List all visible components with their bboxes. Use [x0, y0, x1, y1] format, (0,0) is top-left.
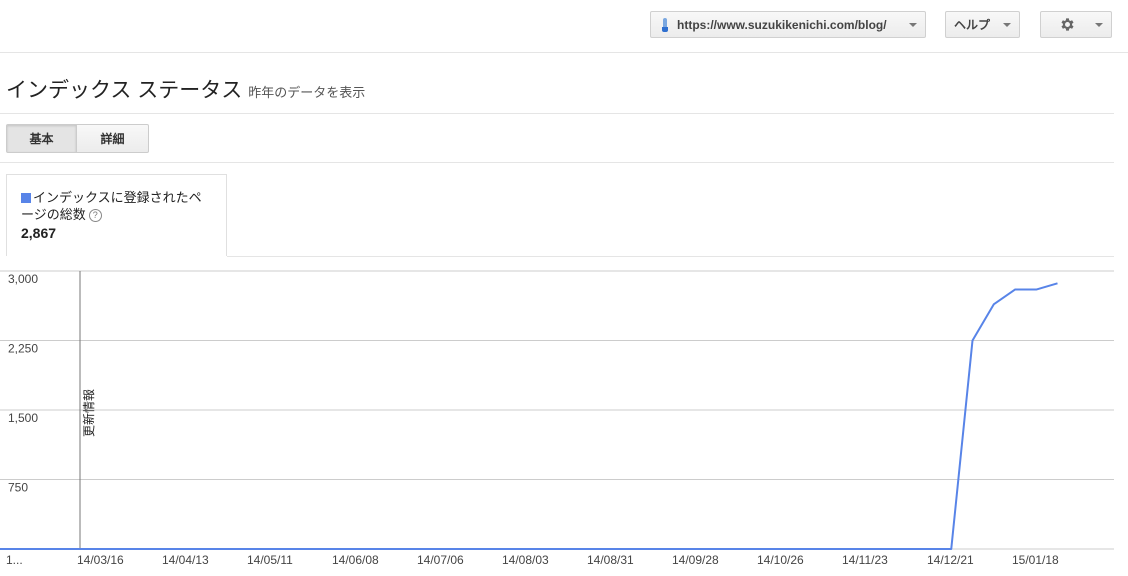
x-tick-label: 14/10/26: [757, 553, 804, 567]
legend-total-value: 2,867: [21, 225, 57, 241]
site-selector[interactable]: https://www.suzukikenichi.com/blog/: [650, 11, 926, 38]
annotation-label: 更新情報: [81, 389, 96, 437]
x-tick-label: 15/01/18: [1012, 553, 1059, 567]
page-title: インデックス ステータス: [6, 79, 243, 102]
index-status-chart: 750 1,500 2,250 3,000 更新情報 1... 14/03/16 14/04/…: [0, 270, 1114, 567]
gear-icon: [1061, 18, 1074, 31]
y-tick-label: 750: [8, 481, 28, 495]
x-tick-label: 14/06/08: [332, 553, 379, 567]
help-menu-button[interactable]: ヘルプ: [945, 11, 1020, 38]
y-tick-label: 1,500: [8, 411, 38, 425]
chevron-down-icon: [1003, 23, 1011, 27]
settings-menu-button[interactable]: [1040, 11, 1112, 38]
page-subtitle: 昨年のデータを表示: [248, 85, 366, 100]
x-tick-label: 14/08/03: [502, 553, 549, 567]
site-favicon-icon: [661, 17, 669, 32]
page-header: インデックス ステータス 昨年のデータを表示: [6, 74, 365, 104]
x-tick-label: 14/12/21: [927, 553, 974, 567]
x-tick-label: 14/09/28: [672, 553, 719, 567]
chevron-down-icon: [909, 23, 917, 27]
x-tick-label: 14/05/11: [247, 553, 293, 567]
legend-swatch: [21, 193, 31, 203]
x-tick-label: 14/07/06: [417, 553, 464, 567]
divider: [0, 113, 1114, 114]
x-tick-label: 14/03/16: [77, 553, 124, 567]
tab-basic[interactable]: 基本: [6, 124, 77, 153]
legend-label: インデックスに登録されたページの総数: [21, 190, 202, 222]
legend-card: インデックスに登録されたページの総数? 2,867: [6, 174, 227, 256]
help-label: ヘルプ: [954, 18, 991, 32]
x-tick-label: 1...: [6, 553, 23, 567]
view-toggle: 基本 詳細: [6, 124, 149, 153]
series-line: [0, 282, 1058, 550]
y-tick-label: 3,000: [8, 272, 38, 286]
help-icon[interactable]: ?: [88, 209, 102, 222]
site-url: https://www.suzukikenichi.com/blog/: [677, 17, 887, 32]
x-tick-label: 14/08/31: [587, 553, 634, 567]
x-tick-label: 14/04/13: [162, 553, 209, 567]
x-tick-label: 14/11/23: [842, 553, 888, 567]
top-toolbar: https://www.suzukikenichi.com/blog/ ヘルプ: [0, 0, 1128, 53]
divider: [227, 256, 1114, 257]
tab-advanced[interactable]: 詳細: [77, 124, 149, 153]
chevron-down-icon: [1095, 23, 1103, 27]
y-tick-label: 2,250: [8, 342, 38, 356]
divider: [0, 162, 1114, 163]
